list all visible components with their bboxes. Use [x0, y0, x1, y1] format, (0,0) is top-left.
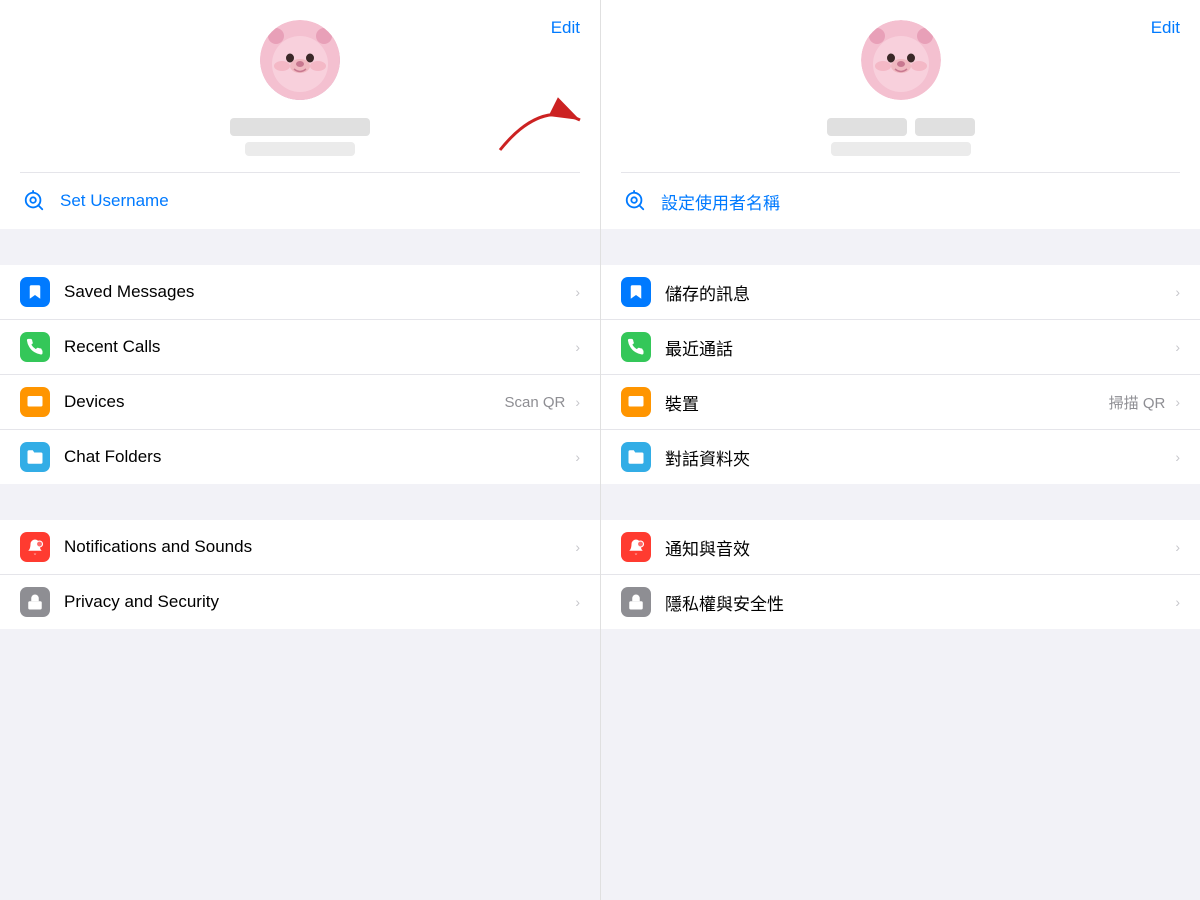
saved-messages-item-right[interactable]: 儲存的訊息 ›: [601, 265, 1200, 320]
avatar-left: [260, 20, 340, 100]
profile-phone-blur-right: [831, 142, 971, 156]
section-divider-1-right: [601, 229, 1200, 265]
privacy-icon-right: [621, 587, 651, 617]
recent-calls-chevron-right: ›: [1175, 339, 1180, 355]
recent-calls-icon-right: [621, 332, 651, 362]
chat-folders-item-left[interactable]: Chat Folders ›: [0, 430, 600, 484]
set-username-row-right[interactable]: 設定使用者名稱: [621, 172, 1180, 229]
devices-chevron-left: ›: [575, 394, 580, 410]
section-divider-2-left: [0, 484, 600, 520]
profile-name-blur-right: [827, 118, 975, 136]
saved-messages-label-right: 儲存的訊息: [665, 280, 1171, 305]
notifications-icon-left: [20, 532, 50, 562]
chat-folders-icon-right: [621, 442, 651, 472]
notifications-label-right: 通知與音效: [665, 535, 1171, 560]
profile-name-blur-left: [230, 118, 370, 136]
privacy-icon-left: [20, 587, 50, 617]
avatar-svg-right: [861, 20, 941, 100]
edit-button-right[interactable]: Edit: [1151, 18, 1180, 38]
section-divider-2-right: [601, 484, 1200, 520]
settings-group-2-left: Notifications and Sounds › Privacy and S…: [0, 520, 600, 629]
chat-folders-chevron-right: ›: [1175, 449, 1180, 465]
devices-item-left[interactable]: Devices Scan QR ›: [0, 375, 600, 430]
username-icon-left: [20, 187, 48, 215]
avatar-right: [861, 20, 941, 100]
devices-label-right: 裝置: [665, 390, 1109, 415]
section-divider-1-left: [0, 229, 600, 265]
devices-icon-left: [20, 387, 50, 417]
profile-header-right: Edit: [601, 0, 1200, 172]
saved-messages-chevron-right: ›: [1175, 284, 1180, 300]
notifications-item-left[interactable]: Notifications and Sounds ›: [0, 520, 600, 575]
set-username-label-left: Set Username: [60, 191, 169, 211]
left-panel: Edit: [0, 0, 600, 900]
settings-group-1-right: 儲存的訊息 › 最近通話 › 裝置 掃描 QR ›: [601, 265, 1200, 484]
notifications-item-right[interactable]: 通知與音效 ›: [601, 520, 1200, 575]
privacy-label-left: Privacy and Security: [64, 592, 571, 612]
notifications-chevron-right: ›: [1175, 539, 1180, 555]
edit-button-left[interactable]: Edit: [551, 18, 580, 38]
username-section-right: 設定使用者名稱: [601, 172, 1200, 229]
recent-calls-label-right: 最近通話: [665, 335, 1171, 360]
notifications-label-left: Notifications and Sounds: [64, 537, 571, 557]
devices-secondary-left: Scan QR: [504, 394, 565, 411]
recent-calls-item-left[interactable]: Recent Calls ›: [0, 320, 600, 375]
notifications-chevron-left: ›: [575, 539, 580, 555]
settings-group-1-left: Saved Messages › Recent Calls › Devices …: [0, 265, 600, 484]
recent-calls-chevron-left: ›: [575, 339, 580, 355]
chat-folders-item-right[interactable]: 對話資料夾 ›: [601, 430, 1200, 484]
notifications-icon-right: [621, 532, 651, 562]
profile-header-left: Edit: [0, 0, 600, 172]
saved-messages-icon-left: [20, 277, 50, 307]
chat-folders-label-right: 對話資料夾: [665, 445, 1171, 470]
devices-secondary-right: 掃描 QR: [1109, 392, 1166, 413]
devices-item-right[interactable]: 裝置 掃描 QR ›: [601, 375, 1200, 430]
saved-messages-icon-right: [621, 277, 651, 307]
main-container: Edit: [0, 0, 1200, 900]
devices-icon-right: [621, 387, 651, 417]
saved-messages-chevron-left: ›: [575, 284, 580, 300]
set-username-row-left[interactable]: Set Username: [20, 172, 580, 229]
privacy-chevron-left: ›: [575, 594, 580, 610]
devices-label-left: Devices: [64, 392, 504, 412]
chat-folders-icon-left: [20, 442, 50, 472]
profile-phone-blur-left: [245, 142, 355, 156]
username-section-left: Set Username: [0, 172, 600, 229]
set-username-label-right: 設定使用者名稱: [661, 189, 780, 214]
privacy-chevron-right: ›: [1175, 594, 1180, 610]
chat-folders-label-left: Chat Folders: [64, 447, 571, 467]
username-icon-right: [621, 187, 649, 215]
avatar-svg-left: [260, 20, 340, 100]
privacy-item-left[interactable]: Privacy and Security ›: [0, 575, 600, 629]
recent-calls-label-left: Recent Calls: [64, 337, 571, 357]
right-panel: Edit: [600, 0, 1200, 900]
saved-messages-label-left: Saved Messages: [64, 282, 571, 302]
chat-folders-chevron-left: ›: [575, 449, 580, 465]
devices-chevron-right: ›: [1175, 394, 1180, 410]
saved-messages-item-left[interactable]: Saved Messages ›: [0, 265, 600, 320]
settings-group-2-right: 通知與音效 › 隱私權與安全性 ›: [601, 520, 1200, 629]
recent-calls-item-right[interactable]: 最近通話 ›: [601, 320, 1200, 375]
privacy-label-right: 隱私權與安全性: [665, 590, 1171, 615]
recent-calls-icon-left: [20, 332, 50, 362]
privacy-item-right[interactable]: 隱私權與安全性 ›: [601, 575, 1200, 629]
